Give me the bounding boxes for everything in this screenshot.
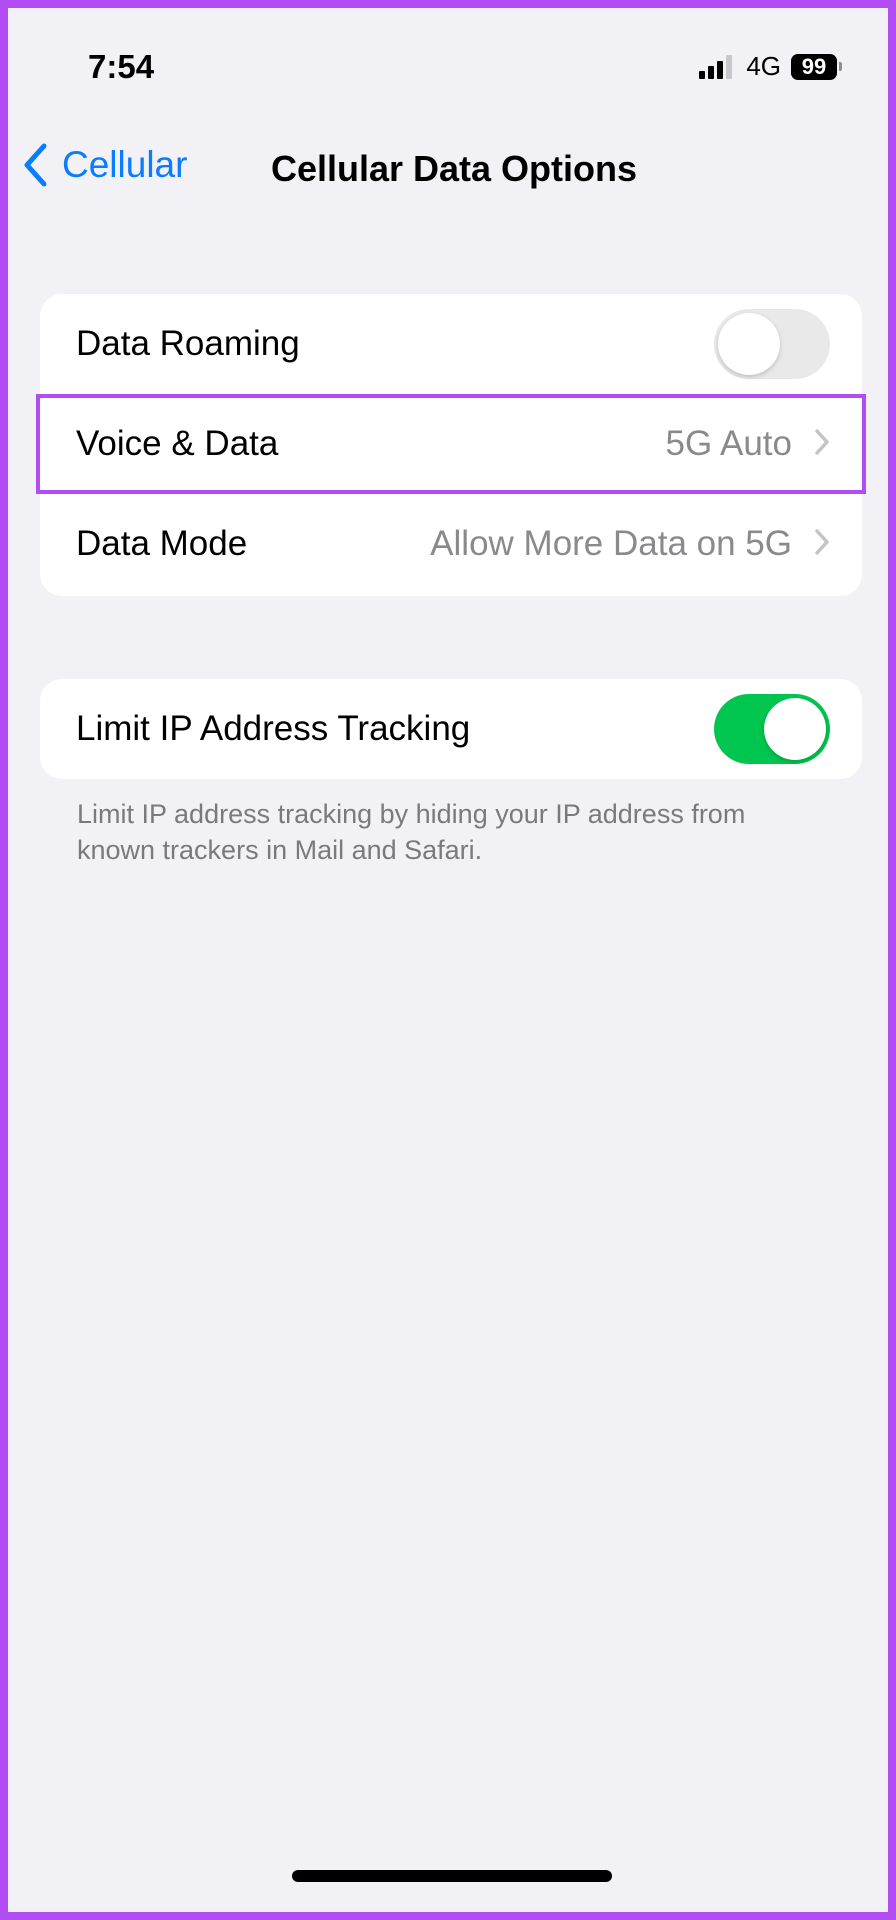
phone-screen: 7:54 4G 99 Cellular Cellular Data Option… [8, 8, 888, 1912]
voice-and-data-label: Voice & Data [76, 424, 279, 463]
toggle-knob [718, 313, 780, 375]
toggle-knob [764, 698, 826, 760]
status-icons: 4G 99 [699, 51, 842, 82]
limit-ip-tracking-footnote: Limit IP address tracking by hiding your… [77, 799, 746, 865]
data-mode-row[interactable]: Data Mode Allow More Data on 5G [40, 494, 862, 594]
data-roaming-label: Data Roaming [76, 324, 300, 363]
data-roaming-toggle[interactable] [714, 309, 830, 379]
data-roaming-row: Data Roaming [40, 294, 862, 394]
battery-level: 99 [791, 53, 837, 80]
home-indicator[interactable] [292, 1870, 612, 1882]
data-mode-label: Data Mode [76, 524, 248, 563]
page-title: Cellular Data Options [270, 148, 638, 189]
limit-ip-tracking-label: Limit IP Address Tracking [76, 709, 471, 748]
chevron-right-icon [814, 528, 830, 561]
cellular-options-group: Data Roaming Voice & Data 5G Auto Data M… [36, 294, 866, 596]
chevron-right-icon [814, 428, 830, 461]
network-type: 4G [746, 51, 781, 81]
limit-ip-tracking-row: Limit IP Address Tracking [40, 679, 862, 779]
limit-ip-tracking-toggle[interactable] [714, 694, 830, 764]
privacy-group: Limit IP Address Tracking [40, 679, 862, 779]
status-time: 7:54 [88, 48, 155, 85]
signal-bars-icon [699, 54, 733, 79]
data-mode-value: Allow More Data on 5G [430, 524, 792, 563]
battery-icon: 99 [791, 53, 842, 80]
voice-and-data-value: 5G Auto [665, 424, 792, 463]
voice-and-data-row[interactable]: Voice & Data 5G Auto [36, 394, 866, 494]
